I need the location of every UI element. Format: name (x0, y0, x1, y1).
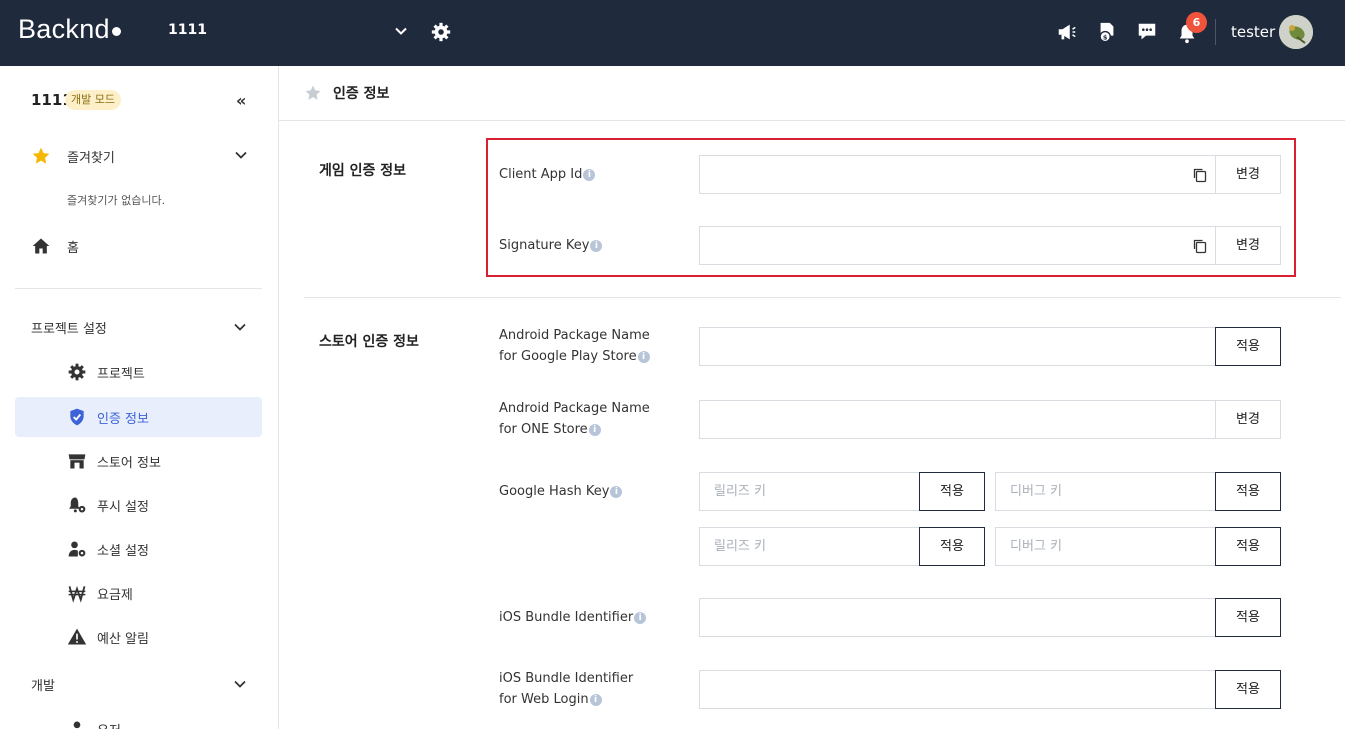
android-one-change-button[interactable]: 변경 (1215, 400, 1281, 439)
sidebar-item-social-settings[interactable]: 소셜 설정 (15, 529, 262, 569)
home-icon (32, 238, 50, 254)
debug-key-field-1[interactable]: 디버그 키 (995, 472, 1217, 511)
sidebar-item-favorites[interactable]: 즐겨찾기 (15, 136, 262, 176)
info-icon[interactable]: i (588, 424, 601, 436)
top-bar: Backnd 1111 $ 6 tester (0, 0, 1345, 66)
signature-key-label: Signature Key i (499, 235, 603, 256)
project-selector-value: 1111 (168, 22, 207, 38)
release-key-field-1[interactable]: 릴리즈 키 (699, 472, 921, 511)
sidebar-item-label: 즐겨찾기 (67, 151, 115, 166)
release-key-field-2[interactable]: 릴리즈 키 (699, 527, 921, 566)
copy-icon[interactable] (1192, 238, 1208, 254)
username[interactable]: tester (1231, 23, 1275, 41)
sidebar-item-label: 스토어 정보 (97, 456, 161, 471)
document-coin-icon[interactable]: $ (1096, 21, 1118, 43)
sidebar-item-label: 푸시 설정 (97, 500, 149, 515)
gear-icon (68, 363, 86, 381)
chevron-down-icon[interactable] (233, 320, 247, 334)
avatar[interactable] (1279, 15, 1313, 49)
avatar-image (1279, 15, 1313, 49)
debug-key-apply-button-2[interactable]: 적용 (1215, 527, 1281, 566)
android-one-package-field[interactable] (699, 400, 1217, 439)
ios-web-login-field[interactable] (699, 670, 1217, 709)
ios-web-login-apply-button[interactable]: 적용 (1215, 670, 1281, 709)
info-icon[interactable]: i (610, 486, 623, 498)
sidebar-item-user[interactable]: 유저 (15, 709, 262, 729)
google-hash-key-label: Google Hash Key i (499, 481, 623, 502)
release-key-apply-button-1[interactable]: 적용 (919, 472, 985, 511)
section-title-store-auth: 스토어 인증 정보 (319, 334, 419, 350)
star-outline-icon[interactable] (304, 84, 322, 102)
sidebar-item-pricing[interactable]: 요금제 (15, 573, 262, 613)
sidebar-item-auth-info[interactable]: 인증 정보 (15, 397, 262, 437)
client-app-id-label: Client App Id i (499, 164, 596, 185)
chevron-down-icon (235, 151, 247, 159)
sidebar-item-label: 인증 정보 (97, 412, 149, 427)
android-google-package-field[interactable] (699, 327, 1217, 366)
sidebar-item-label: 예산 알림 (97, 632, 149, 647)
sidebar-item-label: 유저 (97, 720, 121, 729)
copy-icon[interactable] (1192, 167, 1208, 183)
star-icon (32, 147, 50, 164)
info-icon[interactable]: i (589, 694, 602, 706)
client-app-id-field[interactable] (699, 155, 1217, 194)
sidebar-item-store-info[interactable]: 스토어 정보 (15, 441, 262, 481)
user-icon (73, 721, 81, 729)
sidebar-item-project[interactable]: 프로젝트 (15, 352, 262, 392)
android-one-label: Android Package Name for ONE Store i (499, 401, 650, 437)
sidebar-item-label: 소셜 설정 (97, 544, 149, 559)
warning-icon (67, 628, 87, 645)
client-app-id-change-button[interactable]: 변경 (1215, 155, 1281, 194)
ios-web-login-label: iOS Bundle Identifier for Web Login i (499, 671, 634, 707)
sidebar: 1111 개발 모드 « 즐겨찾기 즐겨찾기가 없습니다. 홈 프로젝트 설정 … (0, 66, 279, 729)
signature-key-field[interactable] (699, 226, 1217, 265)
collapse-sidebar-icon[interactable]: « (236, 91, 246, 110)
logo-dot (111, 27, 121, 36)
sidebar-item-label: 요금제 (97, 588, 133, 603)
sidebar-item-home[interactable]: 홈 (15, 226, 262, 266)
project-selector[interactable]: 1111 (168, 22, 412, 44)
gear-icon[interactable] (430, 21, 452, 43)
info-icon[interactable]: i (583, 169, 596, 181)
release-key-apply-button-2[interactable]: 적용 (919, 527, 985, 566)
signature-key-change-button[interactable]: 변경 (1215, 226, 1281, 265)
android-google-label: Android Package Name for Google Play Sto… (499, 328, 650, 364)
page-header: 인증 정보 (279, 66, 1345, 121)
store-icon (68, 454, 86, 469)
favorites-empty-text: 즐겨찾기가 없습니다. (67, 194, 166, 207)
info-icon[interactable]: i (634, 612, 647, 624)
divider (1215, 19, 1216, 45)
divider (15, 288, 262, 289)
notification-badge: 6 (1186, 12, 1207, 33)
svg-text:$: $ (1103, 33, 1108, 41)
sidebar-item-budget-alert[interactable]: 예산 알림 (15, 617, 262, 657)
debug-key-apply-button-1[interactable]: 적용 (1215, 472, 1281, 511)
sidebar-item-label: 홈 (67, 241, 79, 256)
sidebar-item-label: 프로젝트 (97, 367, 145, 382)
bell-gear-icon (69, 497, 86, 513)
shield-check-icon (70, 408, 84, 426)
section-title-game-auth: 게임 인증 정보 (319, 163, 407, 179)
page-title: 인증 정보 (333, 86, 390, 102)
sidebar-group-project-settings[interactable]: 프로젝트 설정 (31, 318, 107, 337)
chevron-down-icon (395, 27, 407, 35)
megaphone-icon[interactable] (1056, 21, 1078, 43)
ios-bundle-label: iOS Bundle Identifier i (499, 607, 647, 628)
dev-mode-badge: 개발 모드 (65, 90, 121, 110)
android-google-apply-button[interactable]: 적용 (1215, 327, 1281, 366)
chat-icon[interactable] (1136, 21, 1158, 43)
user-gear-icon (68, 541, 86, 557)
logo[interactable]: Backnd (18, 14, 121, 45)
info-icon[interactable]: i (637, 351, 650, 363)
won-icon (68, 586, 86, 603)
ios-bundle-field[interactable] (699, 598, 1217, 637)
divider (304, 297, 1341, 298)
chevron-down-icon[interactable] (233, 677, 247, 691)
sidebar-group-dev[interactable]: 개발 (31, 675, 55, 694)
ios-bundle-apply-button[interactable]: 적용 (1215, 598, 1281, 637)
sidebar-item-push-settings[interactable]: 푸시 설정 (15, 485, 262, 525)
info-icon[interactable]: i (590, 240, 603, 252)
debug-key-field-2[interactable]: 디버그 키 (995, 527, 1217, 566)
